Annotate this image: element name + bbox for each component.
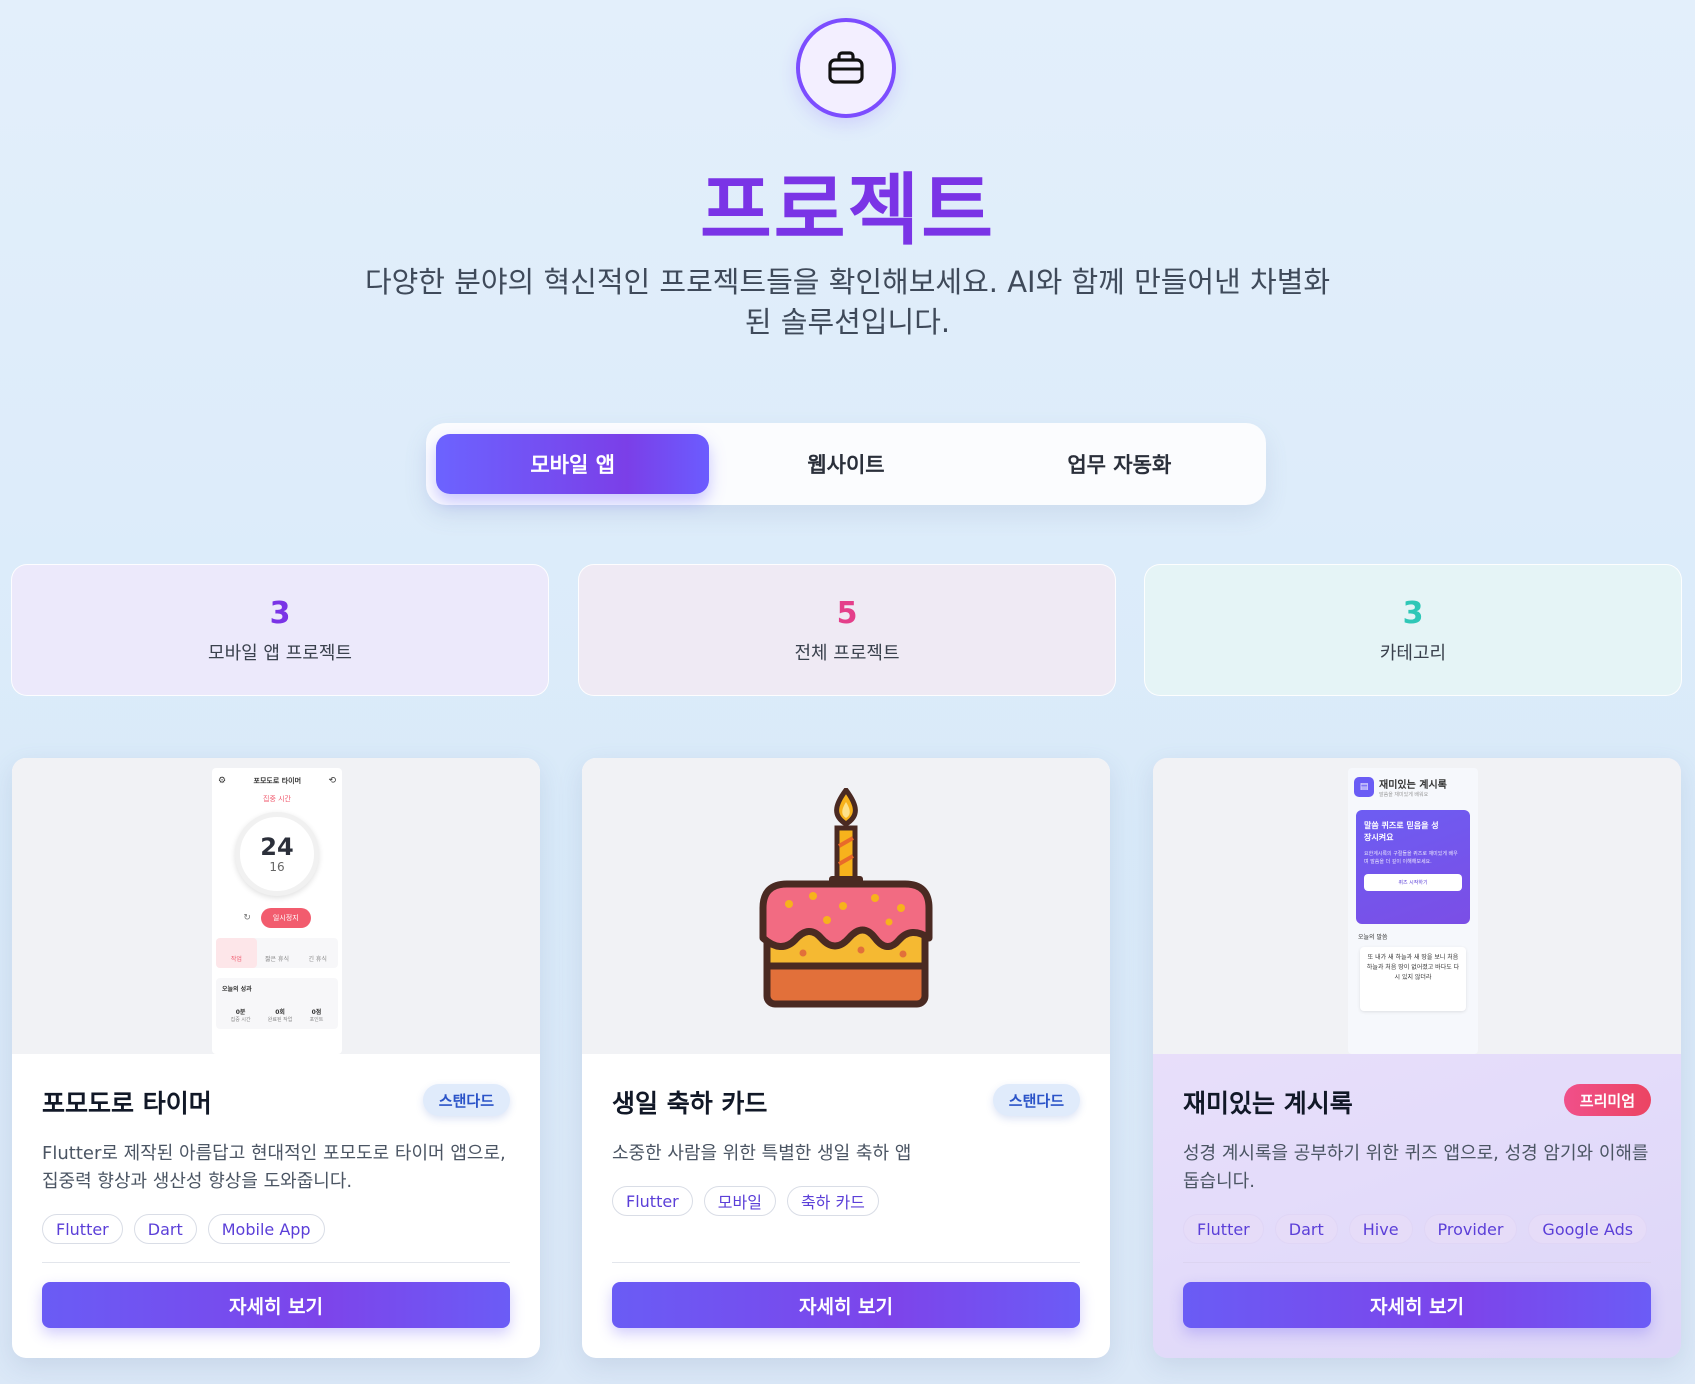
- details-button[interactable]: 자세히 보기: [1183, 1282, 1651, 1328]
- start-quiz-button: 퀴즈 시작하기: [1364, 874, 1462, 891]
- tier-badge: 스탠다드: [422, 1084, 510, 1116]
- timer-minutes: 24: [260, 833, 294, 861]
- verse-card: 또 내가 새 하늘과 새 땅을 보니 처음 하늘과 처음 땅이 없어졌고 바다도…: [1360, 947, 1466, 1011]
- stat-label: 전체 프로젝트: [794, 642, 900, 664]
- project-description: 성경 계시록을 공부하기 위한 퀴즈 앱으로, 성경 암기와 이해를 돕습니다.: [1183, 1143, 1649, 1192]
- stat-value: 3: [1402, 595, 1424, 631]
- category-tabs: 모바일 앱 웹사이트 업무 자동화: [426, 423, 1266, 505]
- timer-seconds: 16: [269, 860, 285, 874]
- preview-mode: 집중 시간: [263, 795, 291, 803]
- preview-nav-item: 긴 휴식: [308, 956, 327, 963]
- tech-tag: Mobile App: [207, 1214, 325, 1244]
- preview-stat-value: 0회: [275, 1009, 285, 1016]
- book-icon: ▤: [1354, 777, 1374, 797]
- birthday-cake-icon: [759, 788, 933, 1008]
- banner-title: 말씀 퀴즈로 믿음을 성장시켜요: [1364, 821, 1439, 842]
- tech-tags: Flutter Dart Hive Provider Google Ads: [1183, 1214, 1651, 1244]
- project-description: Flutter로 제작된 아름답고 현대적인 포모도로 타이머 앱으로, 집중력…: [42, 1143, 506, 1192]
- tech-tags: Flutter Dart Mobile App: [42, 1214, 510, 1244]
- tech-tag: 모바일: [703, 1186, 776, 1216]
- tech-tag: Flutter: [1183, 1214, 1264, 1244]
- project-preview: ⚙ 포모도로 타이머 ⟲ 집중 시간 24 16 ↻ 일시정지 작업 짧은 휴식…: [12, 758, 540, 1054]
- tier-badge: 프리미엄: [1563, 1084, 1651, 1116]
- tech-tag: Dart: [1274, 1214, 1338, 1244]
- divider: [1183, 1262, 1651, 1263]
- project-description: 소중한 사람을 위한 특별한 생일 축하 앱: [612, 1143, 912, 1164]
- verse-title: 오늘의 말씀: [1358, 934, 1388, 941]
- preview-nav-item: 짧은 휴식: [265, 956, 289, 963]
- preview-app-title: 재미있는 계시록: [1379, 780, 1447, 791]
- divider: [612, 1262, 1080, 1263]
- stat-categories: 3 카테고리: [1144, 564, 1682, 696]
- project-card-revelation: ▤ 재미있는 계시록 말씀을 재미있게 배워요 말씀 퀴즈로 믿음을 성장시켜요…: [1153, 758, 1681, 1358]
- stat-value: 3: [269, 595, 291, 631]
- preview-stat-label: 집중 시간: [230, 1017, 251, 1023]
- tech-tag: Flutter: [42, 1214, 123, 1244]
- stat-mobile-projects: 3 모바일 앱 프로젝트: [11, 564, 549, 696]
- project-card-birthday: 생일 축하 카드 스탠다드 소중한 사람을 위한 특별한 생일 축하 앱 Flu…: [582, 758, 1110, 1358]
- stat-label: 모바일 앱 프로젝트: [208, 642, 352, 664]
- stat-label: 카테고리: [1379, 642, 1447, 664]
- tech-tag: Provider: [1423, 1214, 1518, 1244]
- settings-icon: ⚙: [218, 776, 227, 786]
- briefcase-icon: [828, 51, 864, 84]
- tech-tag: 축하 카드: [786, 1186, 879, 1216]
- preview-stat-label: 완료된 작업: [267, 1017, 293, 1023]
- page-title: 프로젝트: [699, 166, 996, 256]
- preview-stat-value: 0분: [235, 1009, 246, 1016]
- details-button[interactable]: 자세히 보기: [612, 1282, 1080, 1328]
- quiz-banner: 말씀 퀴즈로 믿음을 성장시켜요 요한계시록의 구절들을 퀴즈로 재미있게 배우…: [1356, 810, 1470, 924]
- tech-tags: Flutter 모바일 축하 카드: [612, 1186, 1080, 1216]
- tech-tag: Google Ads: [1528, 1214, 1648, 1244]
- tab-work-automation[interactable]: 업무 자동화: [983, 434, 1256, 494]
- tech-tag: Dart: [133, 1214, 197, 1244]
- projects-icon-badge: [796, 18, 896, 118]
- tech-tag: Hive: [1348, 1214, 1413, 1244]
- reset-icon: ↻: [243, 913, 251, 923]
- timer-ring: 24 16: [235, 812, 319, 896]
- tab-mobile-app[interactable]: 모바일 앱: [436, 434, 710, 494]
- details-button[interactable]: 자세히 보기: [42, 1282, 510, 1328]
- tier-badge: 스탠다드: [992, 1084, 1080, 1116]
- banner-text: 요한계시록의 구절들을 퀴즈로 재미있게 배우며 말씀을 더 깊이 이해해보세요…: [1364, 851, 1458, 865]
- stat-total-projects: 5 전체 프로젝트: [578, 564, 1116, 696]
- pause-button: 일시정지: [260, 908, 311, 928]
- preview-nav-item: 작업: [216, 938, 257, 968]
- preview-stat-value: 0점: [311, 1009, 322, 1016]
- preview-stat-label: 포인트: [309, 1017, 324, 1023]
- tab-website[interactable]: 웹사이트: [709, 434, 982, 494]
- project-preview: [582, 758, 1110, 1054]
- preview-stats-title: 오늘의 성과: [222, 986, 252, 993]
- tech-tag: Flutter: [612, 1186, 693, 1216]
- stat-value: 5: [836, 595, 858, 631]
- project-card-pomodoro: ⚙ 포모도로 타이머 ⟲ 집중 시간 24 16 ↻ 일시정지 작업 짧은 휴식…: [12, 758, 540, 1358]
- preview-app-title: 포모도로 타이머: [253, 777, 302, 785]
- preview-app-subtitle: 말씀을 재미있게 배워요: [1379, 792, 1429, 798]
- pomodoro-screenshot: ⚙ 포모도로 타이머 ⟲ 집중 시간 24 16 ↻ 일시정지 작업 짧은 휴식…: [212, 768, 342, 1054]
- divider: [42, 1262, 510, 1263]
- project-preview: ▤ 재미있는 계시록 말씀을 재미있게 배워요 말씀 퀴즈로 믿음을 성장시켜요…: [1153, 758, 1681, 1054]
- history-icon: ⟲: [328, 776, 336, 786]
- revelation-screenshot: ▤ 재미있는 계시록 말씀을 재미있게 배워요 말씀 퀴즈로 믿음을 성장시켜요…: [1348, 768, 1478, 1054]
- page-subtitle: 다양한 분야의 혁신적인 프로젝트들을 확인해보세요. AI와 함께 만들어낸 …: [364, 265, 1331, 339]
